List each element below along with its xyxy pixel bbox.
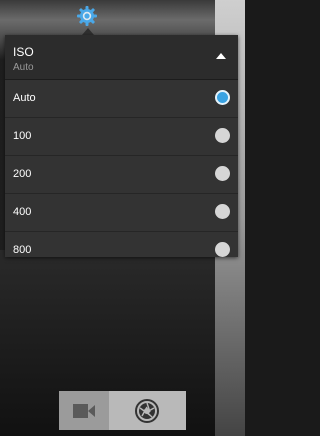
shutter-aperture-icon — [135, 399, 159, 423]
radio-unselected-icon[interactable] — [215, 204, 230, 219]
menu-pointer-caret — [82, 28, 94, 35]
video-camera-icon — [73, 403, 95, 419]
iso-option-800[interactable]: 800 — [5, 232, 238, 257]
collapse-triangle-icon[interactable] — [216, 53, 226, 59]
settings-gear-icon[interactable] — [76, 5, 98, 27]
iso-option-400[interactable]: 400 — [5, 194, 238, 232]
iso-option-auto[interactable]: Auto — [5, 80, 238, 118]
iso-panel-header[interactable]: ISO Auto — [5, 35, 238, 80]
iso-option-label: 800 — [13, 244, 32, 256]
iso-option-label: 200 — [13, 168, 32, 180]
iso-panel-title: ISO — [13, 45, 34, 59]
iso-option-100[interactable]: 100 — [5, 118, 238, 156]
radio-unselected-icon[interactable] — [215, 242, 230, 257]
iso-option-200[interactable]: 200 — [5, 156, 238, 194]
radio-unselected-icon[interactable] — [215, 128, 230, 143]
iso-option-label: Auto — [13, 92, 36, 104]
radio-selected-icon[interactable] — [215, 90, 230, 105]
radio-unselected-icon[interactable] — [215, 166, 230, 181]
camera-mode-switcher — [59, 391, 186, 430]
iso-option-label: 100 — [13, 130, 32, 142]
video-mode-button[interactable] — [59, 391, 109, 430]
iso-settings-panel: ISO Auto Auto 100 200 400 800 — [5, 35, 238, 257]
iso-option-label: 400 — [13, 206, 32, 218]
photo-mode-button[interactable] — [109, 391, 186, 430]
iso-current-value: Auto — [13, 62, 34, 73]
